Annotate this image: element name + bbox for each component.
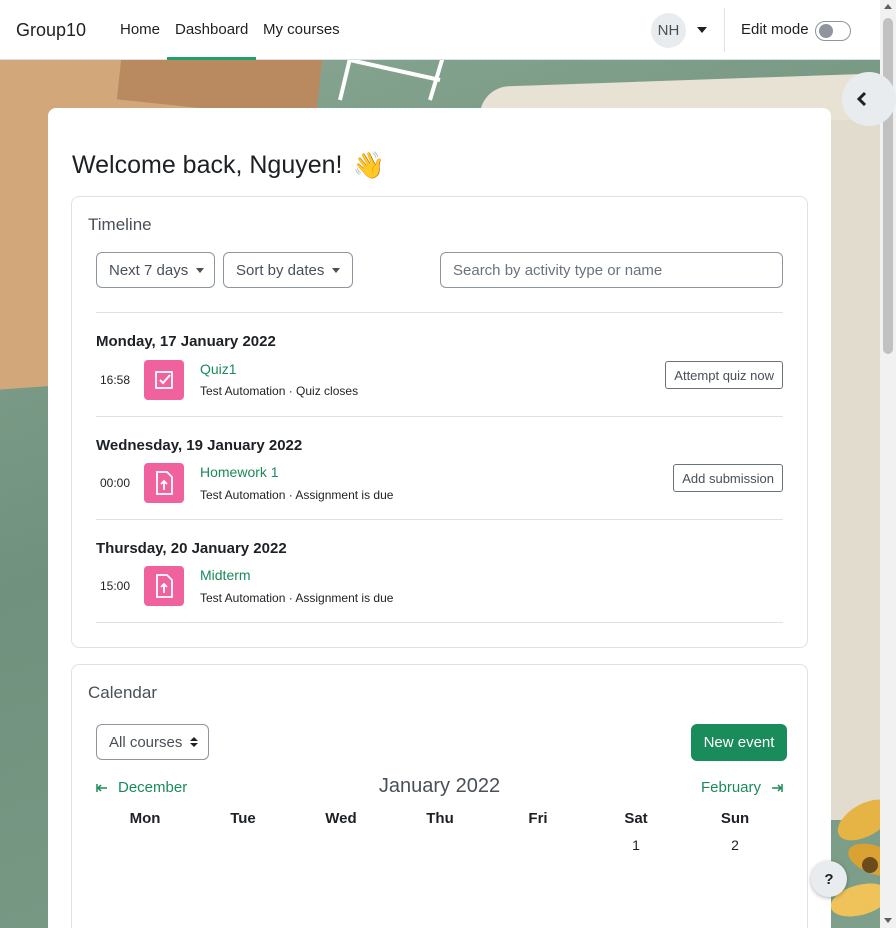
user-avatar[interactable]: NH	[651, 13, 686, 48]
nav-my-courses[interactable]: My courses	[263, 21, 340, 38]
scroll-up-arrow-icon[interactable]	[884, 4, 892, 9]
calendar-day-cell[interactable]: 1	[587, 837, 685, 853]
site-brand[interactable]: Group10	[16, 20, 86, 41]
calendar-day-cell[interactable]: 2	[686, 837, 784, 853]
calendar-course-label: All courses	[109, 733, 183, 751]
divider	[96, 416, 783, 417]
timeline-sort-dropdown[interactable]: Sort by dates	[223, 252, 353, 288]
timeline-day-heading: Wednesday, 19 January 2022	[96, 437, 303, 454]
edit-mode-toggle[interactable]	[815, 21, 851, 41]
user-menu-caret-icon[interactable]	[697, 27, 707, 33]
event-time: 16:58	[100, 373, 131, 387]
divider	[96, 519, 783, 520]
welcome-heading: Welcome back, Nguyen! 👋	[72, 150, 385, 181]
timeline-search-input[interactable]: Search by activity type or name	[440, 252, 783, 288]
timeline-day-heading: Monday, 17 January 2022	[96, 333, 276, 350]
timeline-filter-dropdown[interactable]: Next 7 days	[96, 252, 215, 288]
top-navbar: Group10 Home Dashboard My courses NH Edi…	[0, 0, 880, 60]
nav-dashboard[interactable]: Dashboard	[167, 21, 257, 60]
timeline-sort-label: Sort by dates	[236, 261, 325, 279]
divider	[96, 312, 783, 313]
timeline-title: Timeline	[88, 215, 152, 234]
event-time: 15:00	[100, 579, 131, 593]
chevron-left-icon	[856, 91, 867, 107]
weekday-header: Tue	[230, 810, 256, 827]
timeline-block: Timeline Next 7 days Sort by dates Searc…	[71, 196, 808, 648]
calendar-course-select[interactable]: All courses	[96, 724, 209, 760]
event-course-info: Test Automation · Quiz closes	[200, 384, 359, 398]
welcome-text: Welcome back, Nguyen!	[72, 151, 343, 179]
event-name-link[interactable]: Quiz1	[200, 361, 237, 377]
scrollbar-thumb[interactable]	[883, 18, 893, 354]
timeline-day-heading: Thursday, 20 January 2022	[96, 540, 287, 557]
scroll-down-arrow-icon[interactable]	[884, 918, 892, 923]
add-submission-button[interactable]: Add submission	[673, 464, 783, 492]
weekday-header: Sun	[720, 810, 750, 827]
divider	[96, 622, 783, 623]
event-course-info: Test Automation · Assignment is due	[200, 488, 394, 502]
calendar-block: Calendar All courses New event December …	[71, 664, 808, 928]
nav-divider	[724, 8, 725, 52]
quiz-icon	[144, 360, 184, 400]
current-month-title: January 2022	[378, 775, 501, 797]
main-content-card: Welcome back, Nguyen! 👋 Timeline Next 7 …	[48, 108, 831, 928]
event-course-info: Test Automation · Assignment is due	[200, 591, 394, 605]
arrow-right-icon	[772, 783, 783, 792]
event-time: 00:00	[100, 476, 131, 490]
select-arrows-icon	[190, 737, 199, 747]
waving-hand-icon: 👋	[352, 150, 385, 180]
event-name-link[interactable]: Midterm	[200, 567, 251, 583]
edit-mode-label: Edit mode	[741, 21, 809, 38]
open-block-drawer-button[interactable]	[842, 72, 896, 126]
assignment-icon	[144, 463, 184, 503]
timeline-filter-label: Next 7 days	[109, 261, 189, 279]
weekday-header: Fri	[528, 810, 548, 827]
weekday-header: Sat	[624, 810, 648, 827]
weekday-header: Thu	[426, 810, 454, 827]
help-button[interactable]: ?	[811, 861, 847, 897]
nav-home[interactable]: Home	[120, 21, 160, 38]
assignment-icon	[144, 566, 184, 606]
new-event-button[interactable]: New event	[691, 724, 787, 761]
event-name-link[interactable]: Homework 1	[200, 464, 279, 480]
calendar-title: Calendar	[88, 683, 157, 702]
weekday-header: Wed	[325, 810, 357, 827]
next-month-label: February	[701, 779, 762, 796]
attempt-quiz-button[interactable]: Attempt quiz now	[665, 361, 783, 389]
weekday-header: Mon	[129, 810, 161, 827]
chevron-down-icon	[196, 267, 205, 273]
next-month-link[interactable]: February	[701, 779, 783, 796]
chevron-down-icon	[332, 267, 341, 273]
